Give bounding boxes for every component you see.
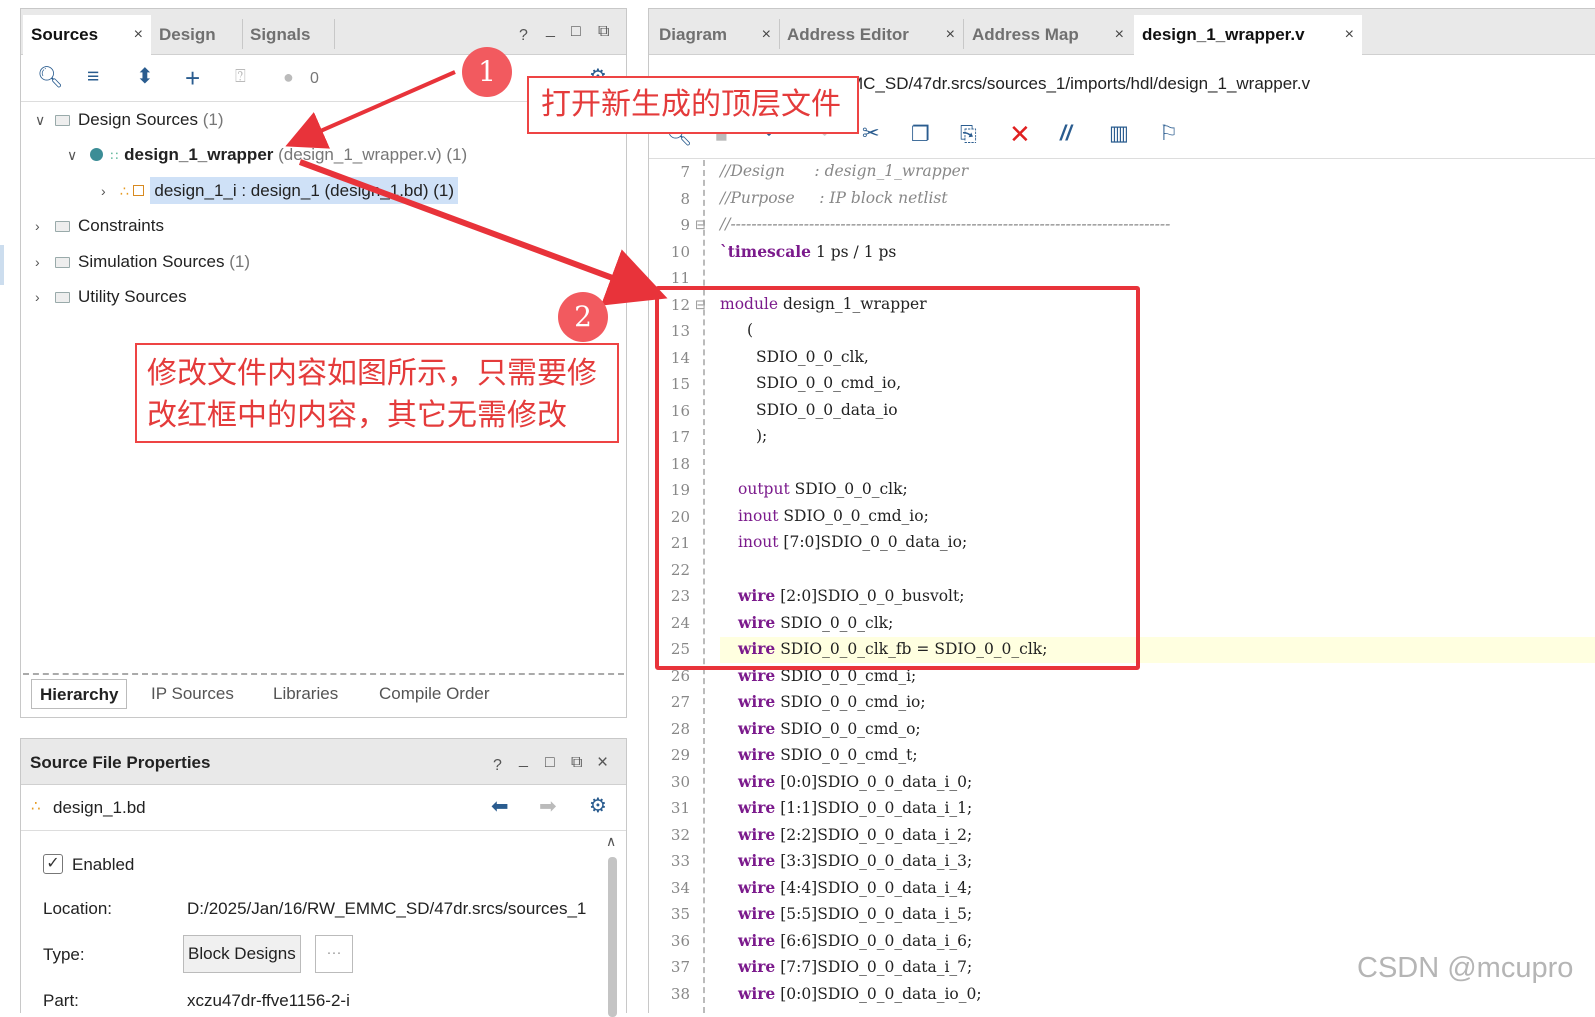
note-2-line-2: 改红框中的内容，其它无需修改: [147, 398, 567, 433]
note-2: 修改文件内容如图所示，只需要修 改红框中的内容，其它无需修改: [135, 343, 619, 443]
arrow-2: [298, 159, 668, 306]
note-1: 打开新生成的顶层文件: [527, 76, 859, 134]
note-2-line-1: 修改文件内容如图所示，只需要修: [147, 356, 597, 391]
watermark: CSDN @mcupro: [1357, 952, 1574, 984]
arrow-1: [285, 70, 456, 149]
step-1-badge: 1: [462, 47, 512, 97]
step-2-badge: 2: [558, 292, 608, 342]
annotation-arrows: [285, 70, 668, 306]
left-edge-accent: [0, 245, 4, 285]
